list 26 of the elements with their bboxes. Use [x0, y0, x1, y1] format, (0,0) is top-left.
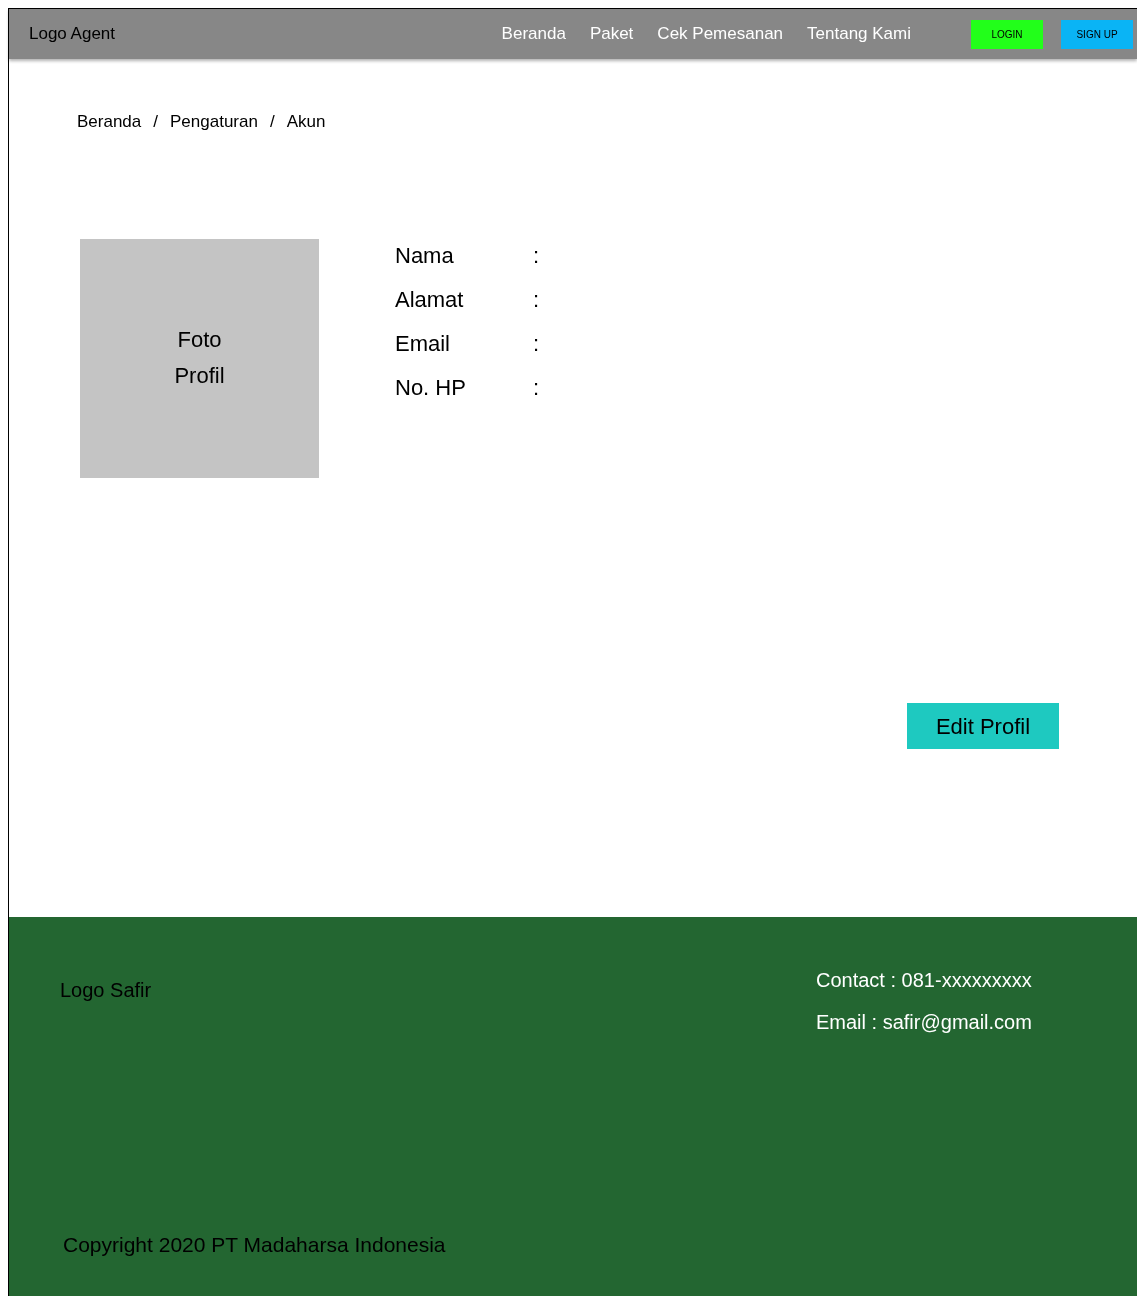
nav-link[interactable]: Beranda — [501, 21, 566, 47]
login-button[interactable]: LOGIN — [971, 19, 1043, 49]
breadcrumb-link[interactable]: Akun — [286, 109, 326, 135]
edit-profile-button[interactable]: Edit Profil — [907, 703, 1059, 749]
field-label: Alamat — [395, 285, 465, 314]
photo-label: Foto Profil — [174, 326, 225, 390]
breadcrumb-separator: / — [269, 111, 275, 133]
breadcrumb-separator: / — [153, 111, 158, 133]
contact-text: Contact : 081-xxxxxxxxx — [816, 968, 1032, 993]
copyright-text: Copyright 2020 PT Madaharsa Indonesia — [63, 1232, 446, 1258]
nav-link[interactable]: Tentang Kami — [807, 21, 911, 47]
field-colon: : — [533, 285, 540, 314]
nav-link[interactable]: Paket — [589, 21, 634, 47]
signup-button[interactable]: SIGN UP — [1061, 19, 1133, 49]
logo-text: Logo Agent — [29, 23, 116, 46]
field-colon: : — [533, 329, 540, 358]
field-label: Nama — [395, 241, 455, 270]
nav-link[interactable]: Cek Pemesanan — [657, 21, 784, 47]
field-colon: : — [533, 241, 540, 270]
field-label: Email — [395, 329, 451, 358]
field-colon: : — [533, 373, 540, 402]
breadcrumb-link[interactable]: Beranda — [77, 109, 142, 135]
field-label: No. HP — [395, 373, 467, 402]
breadcrumb-link[interactable]: Pengaturan — [170, 109, 258, 135]
footer-logo: Logo Safir — [60, 978, 152, 1003]
email-text: Email : safir@gmail.com — [816, 1010, 1032, 1035]
